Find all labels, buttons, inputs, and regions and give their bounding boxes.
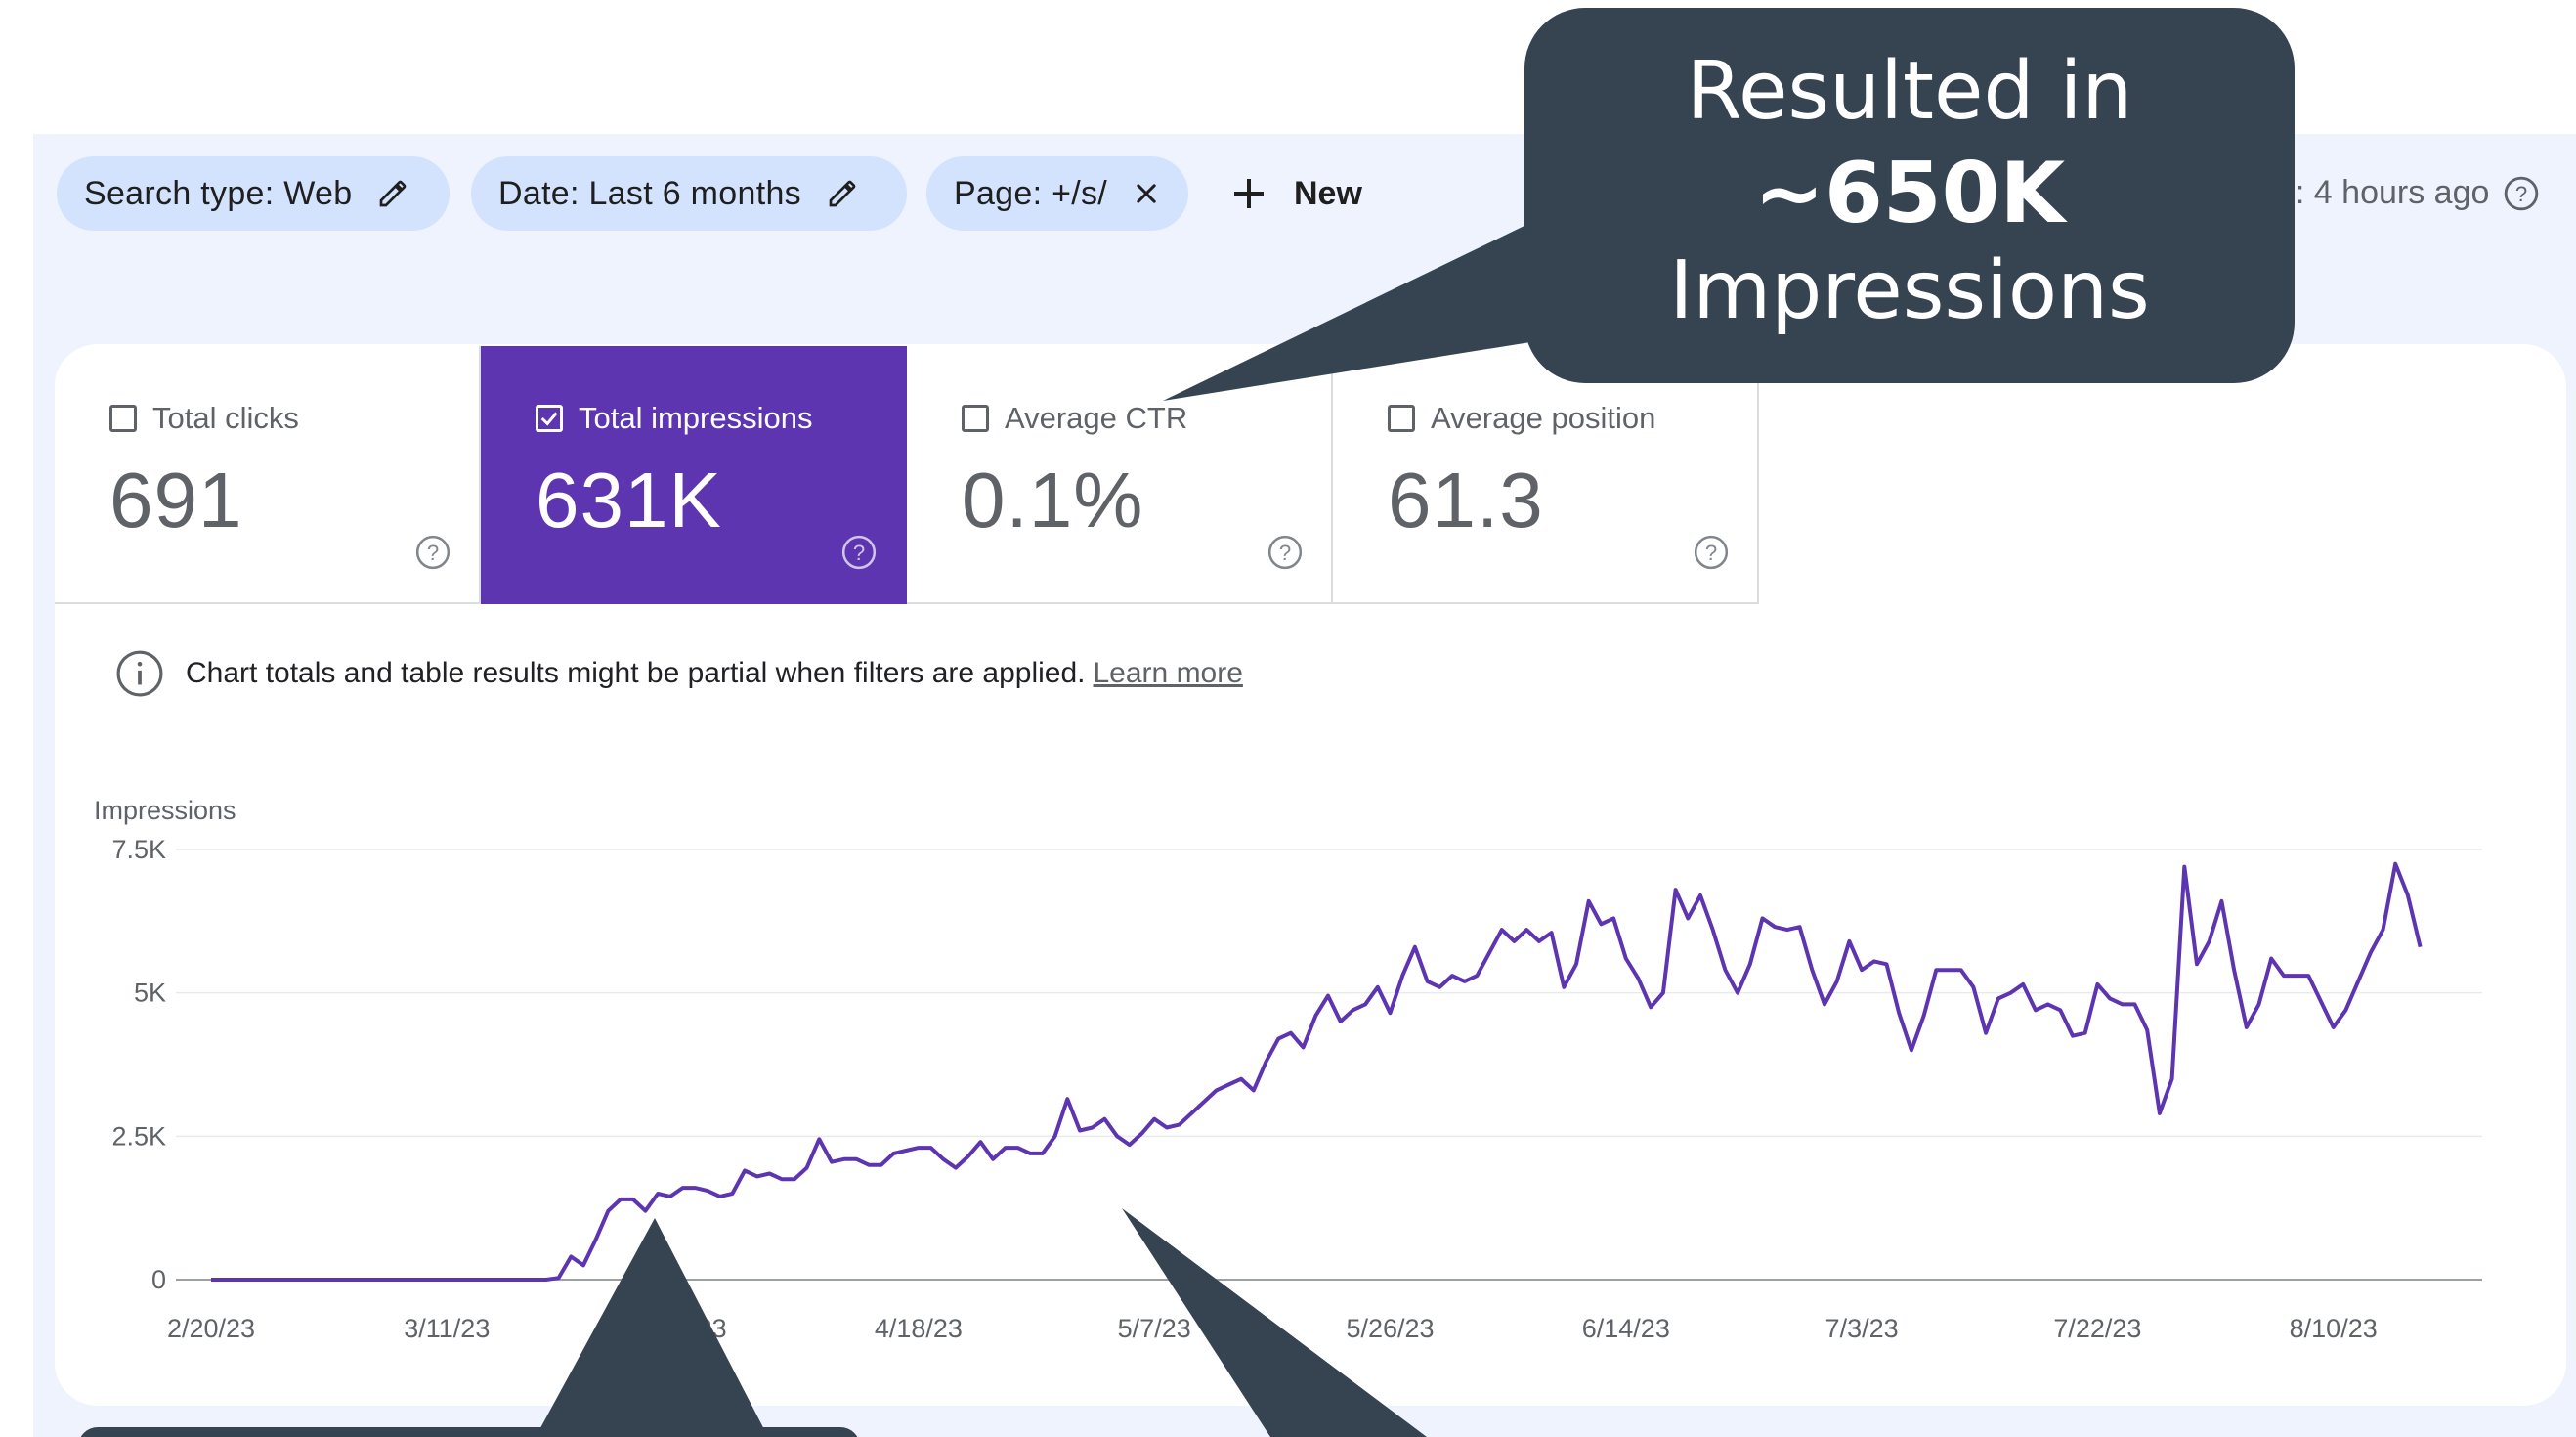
y-tick-label: 7.5K [111, 835, 166, 864]
y-tick-label: 0 [151, 1265, 166, 1294]
chart-series [211, 861, 2423, 1282]
callout-line-3: Impressions [1669, 244, 2150, 337]
x-tick-label: 7/3/23 [1825, 1314, 1899, 1343]
x-tick-label: 6/14/23 [1582, 1314, 1670, 1343]
series-line-impressions[interactable] [211, 861, 2423, 1282]
x-tick-label: 3/30/23 [639, 1314, 727, 1343]
x-tick-label: 7/22/23 [2053, 1314, 2141, 1343]
x-tick-label: 2/20/23 [167, 1314, 255, 1343]
y-tick-label: 5K [134, 979, 166, 1008]
chart-axes: 0 2.5K 5K 7.5K 2/20/23 3/11/23 3/30/23 4/18/23 5… [111, 835, 2377, 1343]
callout-line-1: Resulted in [1686, 45, 2133, 138]
x-tick-label: 5/7/23 [1118, 1314, 1191, 1343]
callout-line-2: ~650K [1753, 145, 2066, 242]
y-axis-label: Impressions [94, 796, 236, 825]
chart-grid [176, 849, 2482, 1281]
x-tick-label: 8/10/23 [2290, 1314, 2378, 1343]
impressions-callout: Resulted in ~650K Impressions [1524, 8, 2295, 383]
x-tick-label: 3/11/23 [404, 1314, 490, 1343]
y-tick-label: 2.5K [111, 1121, 166, 1151]
x-tick-label: 5/26/23 [1346, 1314, 1434, 1343]
x-tick-label: 4/18/23 [875, 1314, 963, 1343]
